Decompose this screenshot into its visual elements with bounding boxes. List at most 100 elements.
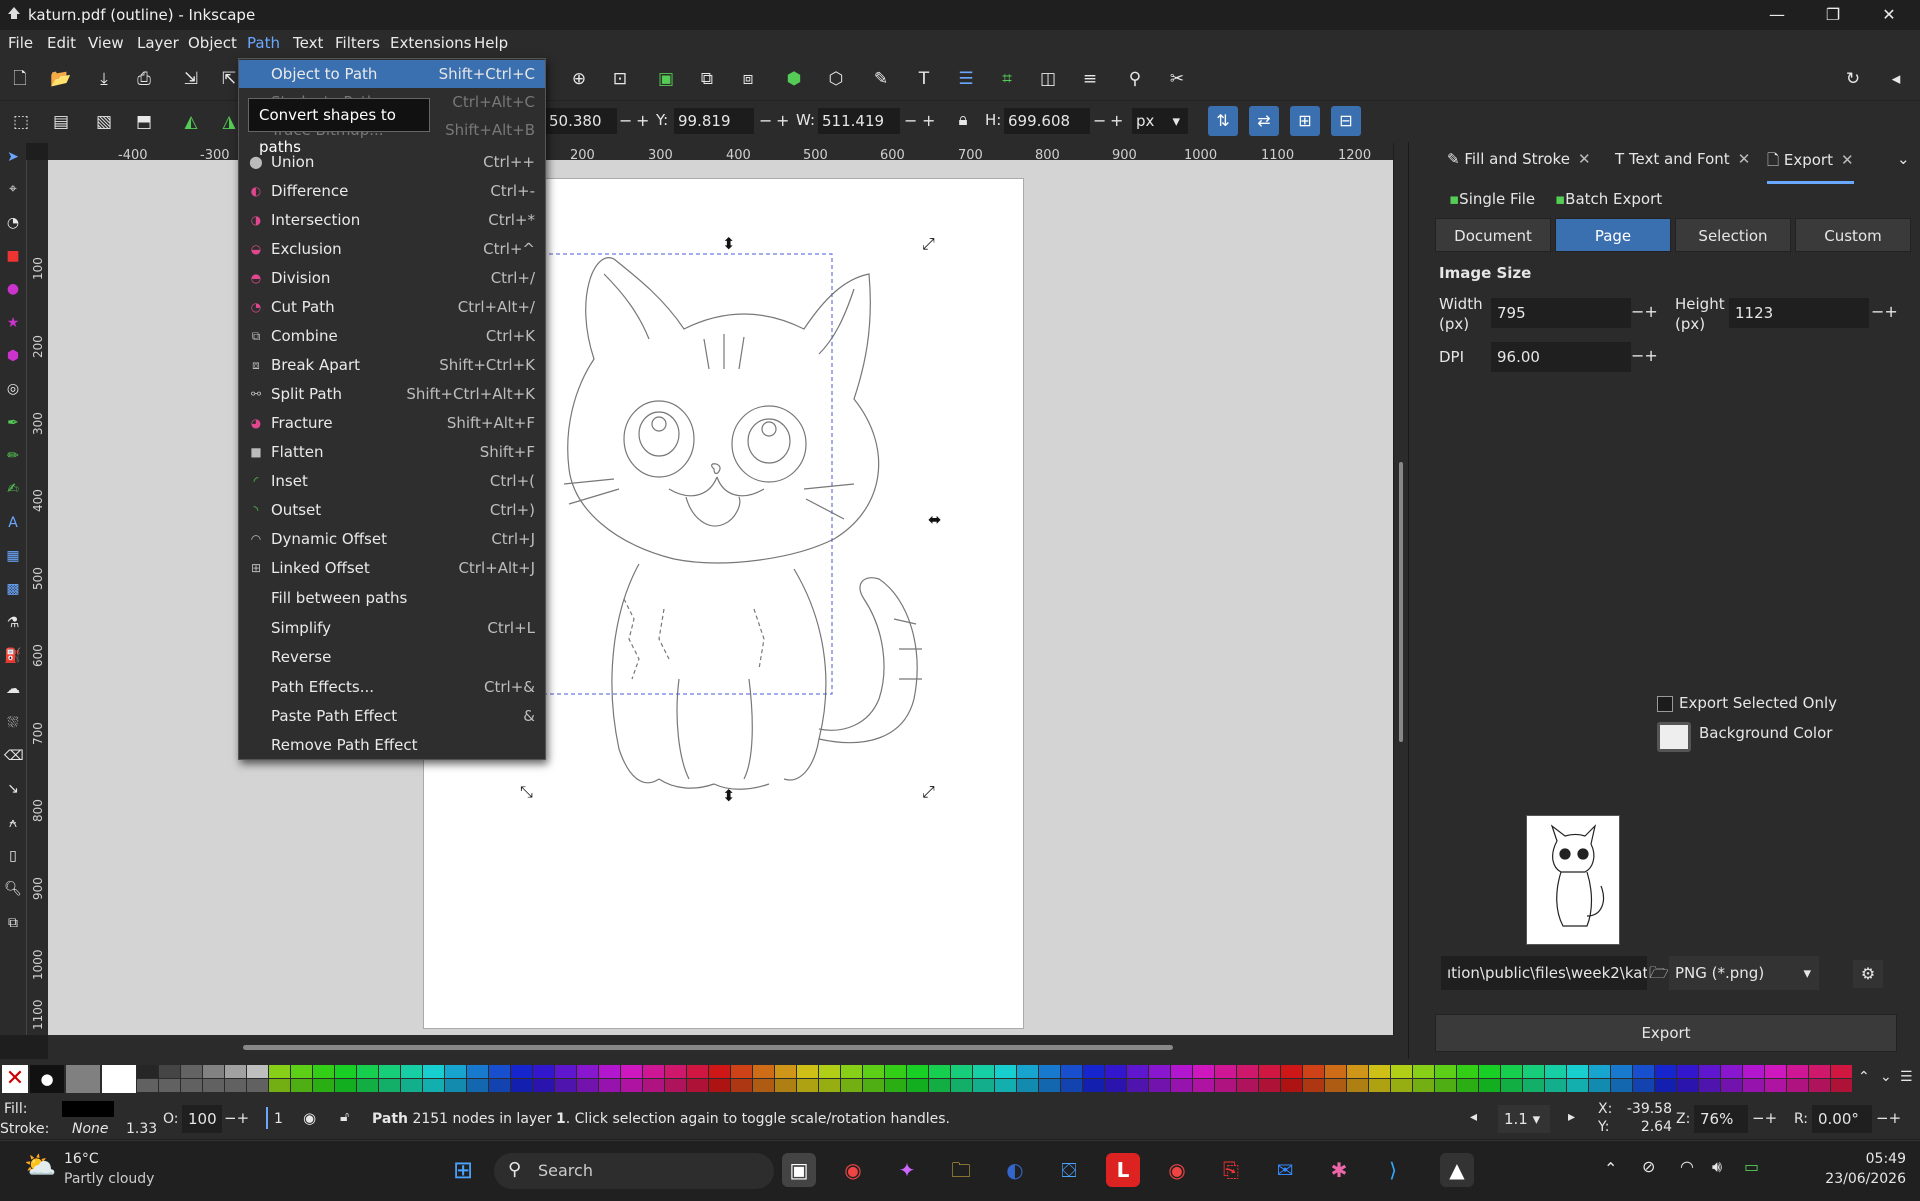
star-tool-icon[interactable]: ★ [4, 314, 22, 332]
y-increment-button[interactable]: + [776, 111, 789, 130]
menu-item-intersection[interactable]: ◑ Intersection Ctrl+* [239, 206, 545, 234]
color-swatch[interactable] [1369, 1065, 1390, 1078]
color-swatch[interactable] [1039, 1079, 1060, 1092]
fill-stroke-icon[interactable]: ✎ [870, 68, 892, 90]
menu-item-fracture[interactable]: ◕ Fracture Shift+Alt+F [239, 409, 545, 437]
color-swatch[interactable] [797, 1079, 818, 1092]
menu-item-inset[interactable]: ◜ Inset Ctrl+( [239, 467, 545, 495]
color-swatch[interactable] [1017, 1065, 1038, 1078]
color-swatch[interactable] [753, 1079, 774, 1092]
color-swatch[interactable] [1061, 1079, 1082, 1092]
color-swatch[interactable] [687, 1079, 708, 1092]
color-swatch[interactable] [511, 1079, 532, 1092]
zoom-stepper[interactable]: −+ [1752, 1109, 1777, 1127]
color-swatch[interactable] [665, 1079, 686, 1092]
color-swatch[interactable] [291, 1065, 312, 1078]
color-swatch[interactable] [1765, 1065, 1786, 1078]
color-swatch[interactable] [1215, 1079, 1236, 1092]
pen-tool-icon[interactable]: ✒ [4, 414, 22, 432]
menu-text[interactable]: Text [293, 34, 323, 52]
color-swatch[interactable] [1127, 1079, 1148, 1092]
color-swatch[interactable] [225, 1079, 246, 1092]
color-swatch[interactable] [951, 1065, 972, 1078]
area-custom-button[interactable]: Custom [1795, 218, 1911, 252]
copilot-icon[interactable]: ✦ [890, 1153, 924, 1187]
color-swatch[interactable] [357, 1065, 378, 1078]
color-swatch[interactable] [863, 1065, 884, 1078]
w-decrement-button[interactable]: − [904, 111, 917, 130]
dpi-stepper[interactable]: −+ [1631, 346, 1658, 365]
color-swatch[interactable] [775, 1079, 796, 1092]
color-swatch[interactable] [1523, 1079, 1544, 1092]
color-swatch[interactable] [599, 1065, 620, 1078]
new-document-icon[interactable]: 🗋 [9, 68, 31, 90]
subtab-single-file[interactable]: ▪Single File [1449, 190, 1535, 208]
menu-item-fill-between-paths[interactable]: Fill between paths [239, 584, 545, 612]
preferences-icon[interactable]: ✂ [1166, 68, 1188, 90]
menu-item-combine[interactable]: ⧉ Combine Ctrl+K [239, 322, 545, 350]
menu-item-break-apart[interactable]: ⧈ Break Apart Shift+Ctrl+K [239, 351, 545, 379]
color-swatch[interactable] [1149, 1065, 1170, 1078]
close-button[interactable]: ✕ [1860, 0, 1918, 30]
text-font-icon[interactable]: T [913, 68, 935, 90]
color-swatch[interactable] [951, 1079, 972, 1092]
tweak-tool-icon[interactable]: ☁ [4, 680, 22, 698]
tab-export[interactable]: 🗋 Export ✕ [1767, 150, 1854, 184]
zoom-page-icon[interactable]: ⊡ [609, 68, 631, 90]
tab-text-and-font[interactable]: T Text and Font ✕ [1615, 150, 1750, 168]
color-swatch[interactable] [885, 1079, 906, 1092]
color-swatch[interactable] [995, 1079, 1016, 1092]
spiral-tool-icon[interactable]: ◎ [4, 380, 22, 398]
selector-tool-icon[interactable]: ➤ [4, 148, 22, 166]
clock-time[interactable]: 05:49 [1840, 1151, 1906, 1167]
color-swatch[interactable] [445, 1065, 466, 1078]
mesh-tool-icon[interactable]: ▩ [4, 580, 22, 598]
scale-handle-bottom[interactable]: ⬍ [722, 786, 735, 805]
layers-icon[interactable]: ☰ [955, 68, 977, 90]
color-swatch[interactable] [489, 1065, 510, 1078]
color-swatch[interactable] [357, 1079, 378, 1092]
menu-item-linked-offset[interactable]: ⊞ Linked Offset Ctrl+Alt+J [239, 554, 545, 582]
unit-dropdown[interactable]: px ▾ [1132, 108, 1188, 134]
color-swatch[interactable] [1743, 1065, 1764, 1078]
color-swatch[interactable] [1501, 1065, 1522, 1078]
store-icon[interactable]: ⛋ [1052, 1153, 1086, 1187]
color-swatch[interactable] [1193, 1065, 1214, 1078]
close-icon[interactable]: ✕ [1578, 150, 1591, 168]
menu-item-cut-path[interactable]: ◔ Cut Path Ctrl+Alt+/ [239, 293, 545, 321]
x-increment-button[interactable]: + [636, 111, 649, 130]
menu-help[interactable]: Help [474, 34, 508, 52]
color-swatch[interactable] [467, 1079, 488, 1092]
color-swatch[interactable] [1303, 1079, 1324, 1092]
maximize-button[interactable]: ❐ [1804, 0, 1862, 30]
color-swatch[interactable] [885, 1065, 906, 1078]
color-swatch[interactable] [687, 1065, 708, 1078]
color-swatch[interactable] [1259, 1079, 1280, 1092]
color-swatch[interactable] [1435, 1065, 1456, 1078]
color-swatch[interactable] [1413, 1065, 1434, 1078]
volume-icon[interactable]: 🔊︎ [1712, 1157, 1722, 1177]
color-swatch[interactable] [753, 1065, 774, 1078]
connector-tool-icon[interactable]: ↘ [4, 780, 22, 798]
color-swatch[interactable] [291, 1079, 312, 1092]
color-swatch[interactable] [1809, 1065, 1830, 1078]
calligraphy-tool-icon[interactable]: ✍ [4, 480, 22, 498]
pages-tool-icon[interactable]: ▯ [4, 847, 22, 865]
width-field[interactable]: 795 [1491, 298, 1631, 328]
menu-item-paste-path-effect[interactable]: Paste Path Effect & [239, 702, 545, 730]
color-swatch[interactable] [1391, 1065, 1412, 1078]
color-swatch[interactable] [1171, 1065, 1192, 1078]
color-swatch[interactable] [1501, 1079, 1522, 1092]
ungroup-icon[interactable]: ⬡ [825, 68, 847, 90]
color-swatch[interactable] [775, 1065, 796, 1078]
taskbar-search[interactable]: ⚲ Search [494, 1153, 774, 1189]
spray-tool-icon[interactable]: ⛆ [4, 714, 22, 732]
stroke-value[interactable]: None [72, 1121, 109, 1137]
rotation-field[interactable]: 0.00° [1812, 1105, 1872, 1133]
opacity-stepper[interactable]: −+ [224, 1109, 249, 1127]
color-swatch[interactable] [1809, 1079, 1830, 1092]
menu-filters[interactable]: Filters [335, 34, 380, 52]
weather-icon[interactable]: ⛅ [24, 1151, 56, 1181]
color-swatch[interactable] [1699, 1065, 1720, 1078]
chevron-down-icon[interactable]: ⌄ [1897, 150, 1910, 168]
